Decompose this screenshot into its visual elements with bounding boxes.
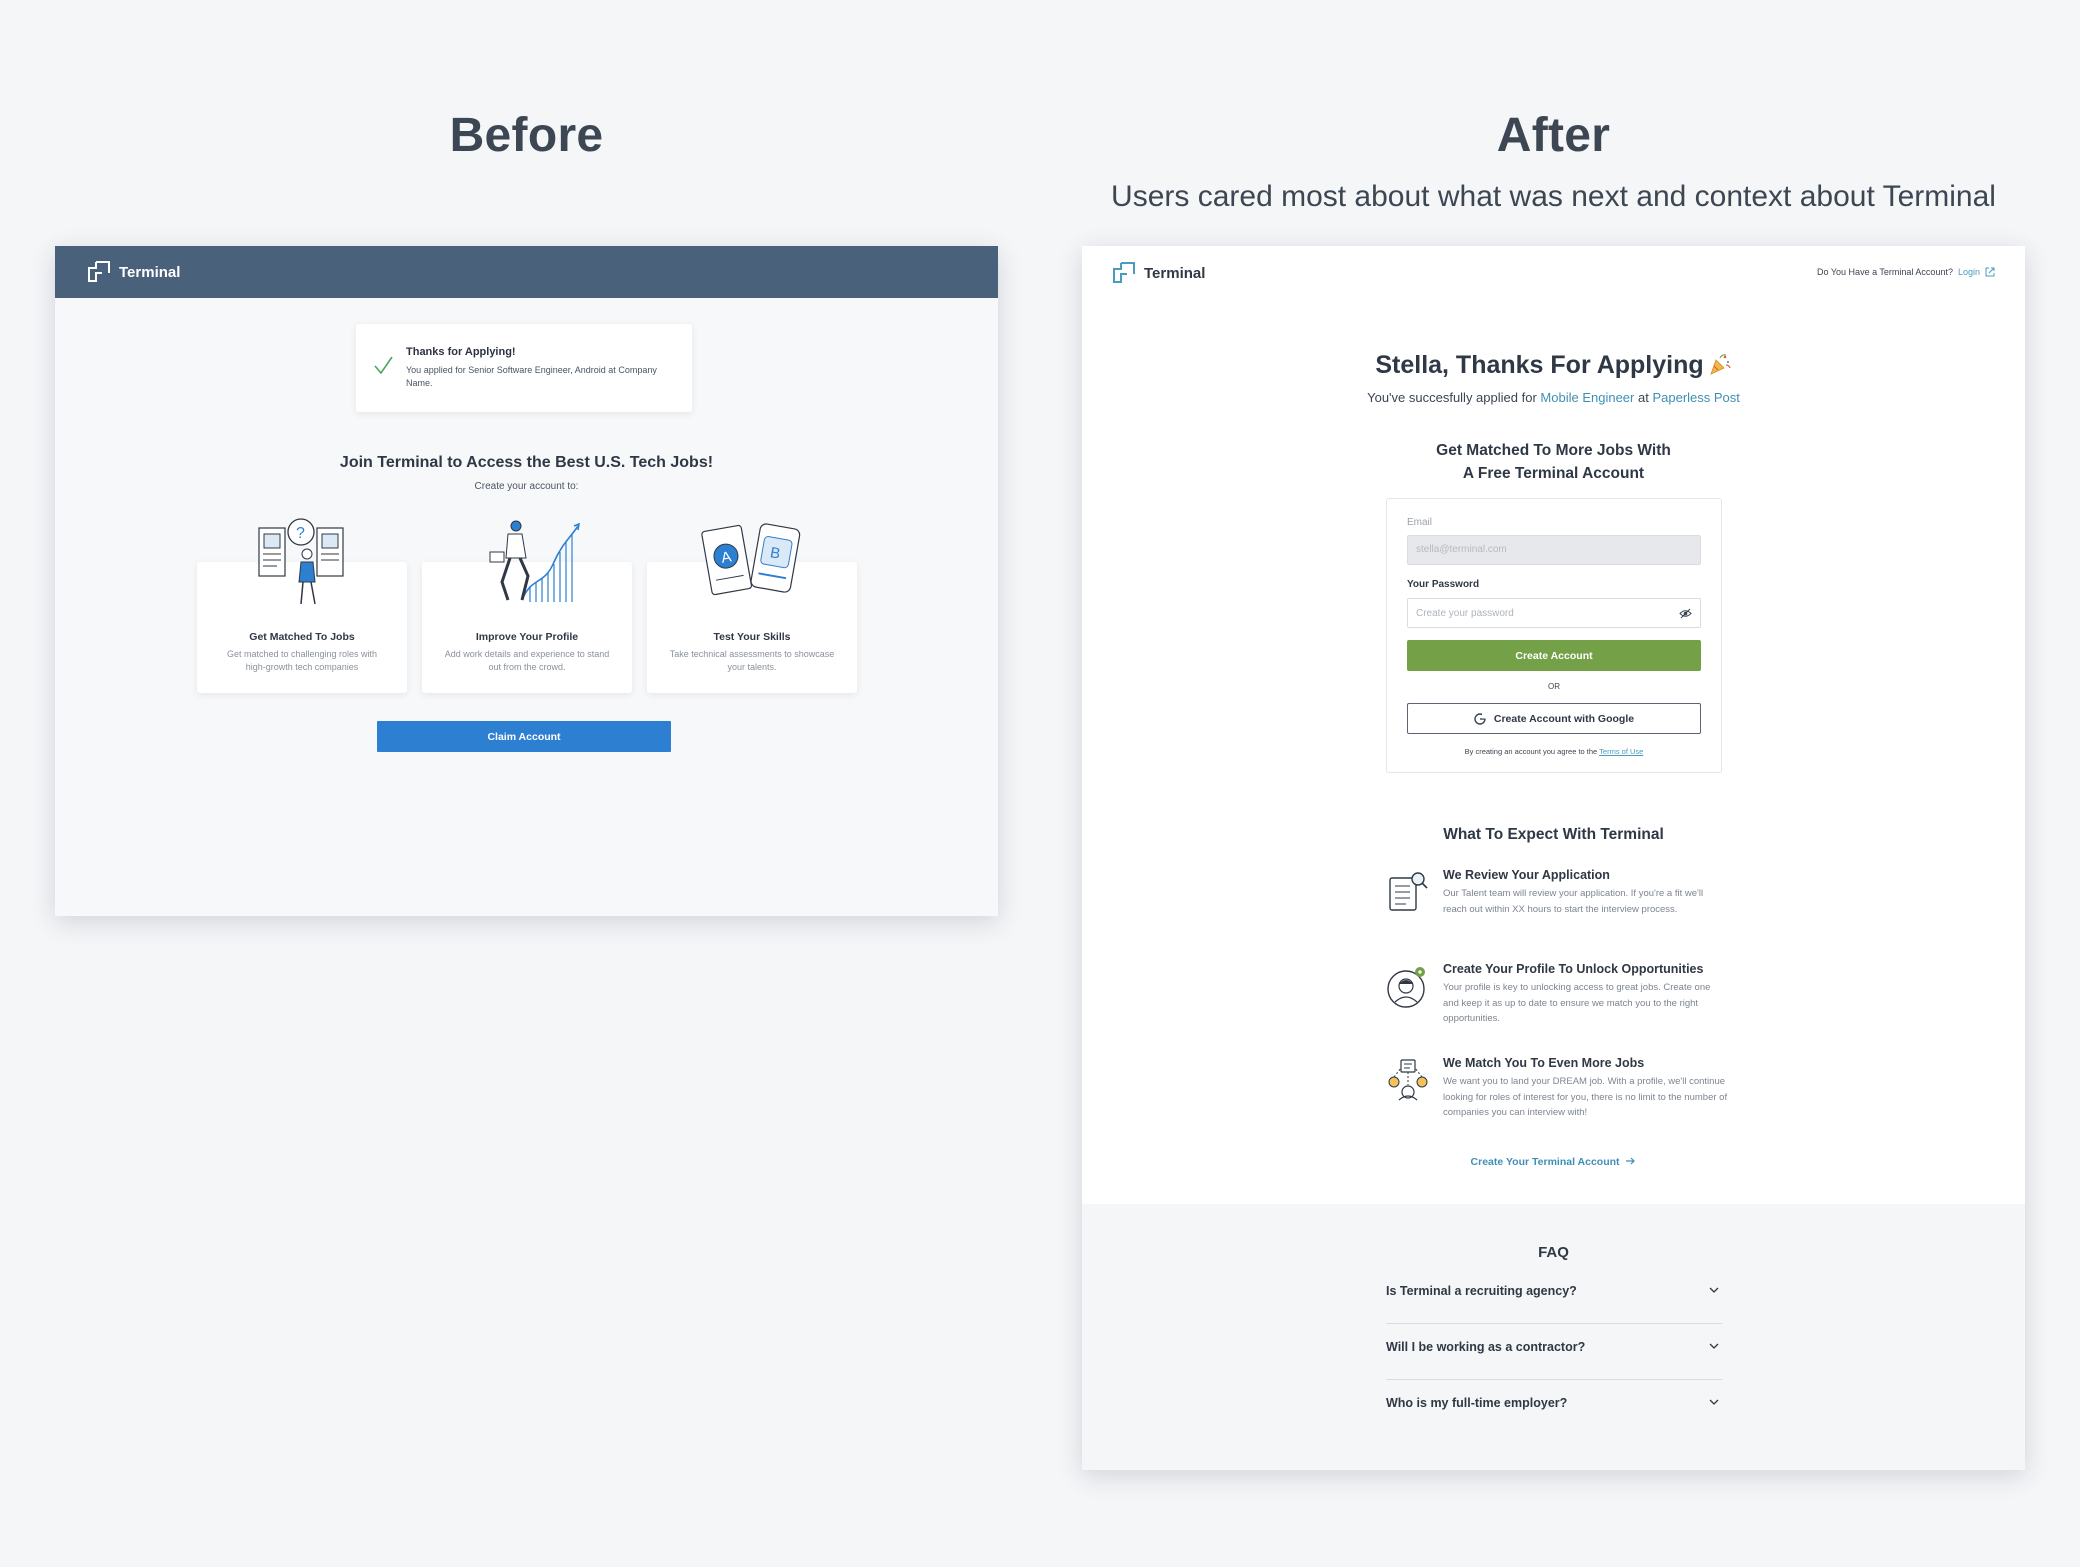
after-heading: After: [1496, 109, 1611, 162]
what-to-expect-heading: What To Expect With Terminal: [1443, 826, 1664, 843]
thanks-text: Stella, Thanks For Applying: [1375, 351, 1704, 379]
arrow-right-icon: [1626, 1157, 1636, 1165]
create-link-label: Create Your Terminal Account: [1470, 1156, 1620, 1168]
chevron-down-icon: [1709, 1399, 1719, 1405]
application-confirmation-toast: Thanks for Applying! You applied for Sen…: [356, 324, 692, 412]
create-account-google-button[interactable]: Create Account with Google: [1407, 703, 1701, 734]
faq-question: Will I be working as a contractor?: [1386, 1340, 1586, 1354]
applied-confirmation: You've succesfully applied for Mobile En…: [1082, 390, 2025, 405]
faq-item[interactable]: Who is my full-time employer?: [1386, 1380, 1722, 1436]
before-heading: Before: [449, 109, 604, 162]
job-matching-illustration-icon: ?: [258, 518, 344, 605]
step-title: Create Your Profile To Unlock Opportunit…: [1443, 962, 1704, 976]
step-title: We Review Your Application: [1443, 868, 1610, 882]
after-subheading: Users cared most about what was next and…: [1111, 180, 1996, 213]
svg-text:?: ?: [296, 525, 305, 542]
get-matched-line-1: Get Matched To More Jobs With: [1436, 442, 1671, 459]
email-label: Email: [1407, 517, 1433, 528]
password-field-wrapper: [1407, 598, 1701, 628]
claim-account-button[interactable]: Claim Account: [377, 721, 671, 752]
card-title: Improve Your Profile: [475, 631, 579, 643]
card-description: Get matched to challenging roles with hi…: [226, 649, 378, 672]
step-title: We Match You To Even More Jobs: [1443, 1056, 1645, 1070]
step-description: Our Talent team will review your applica…: [1443, 888, 1704, 915]
existing-account-prompt: Do You Have a Terminal Account? Login: [1817, 267, 1995, 277]
growth-chart-illustration-icon: [489, 520, 580, 602]
password-input[interactable]: [1408, 599, 1658, 627]
faq-question: Is Terminal a recruiting agency?: [1386, 1284, 1577, 1298]
join-heading: Join Terminal to Access the Best U.S. Te…: [339, 454, 714, 471]
login-link[interactable]: Login: [1958, 267, 1980, 277]
applied-at: at: [1637, 390, 1649, 405]
checkmark-icon: [374, 356, 393, 375]
step-description: We want you to land your DREAM job. With…: [1443, 1076, 1728, 1118]
email-field[interactable]: stella@terminal.com: [1407, 535, 1701, 565]
terminal-logo-icon: [1113, 262, 1135, 283]
card-title: Test Your Skills: [713, 631, 791, 643]
google-button-label: Create Account with Google: [1493, 712, 1635, 725]
password-label: Your Password: [1407, 579, 1480, 590]
faq-item[interactable]: Is Terminal a recruiting agency?: [1386, 1268, 1722, 1324]
terms-notice: By creating an account you agree to the …: [1387, 747, 1721, 756]
before-screen: Terminal Thanks for Applying! You applie…: [55, 246, 998, 916]
get-matched-heading: Get Matched To More Jobs With A Free Ter…: [1082, 439, 2025, 485]
thanks-heading: Stella, Thanks For Applying: [1082, 351, 2025, 380]
card-description: Take technical assessments to showcase y…: [669, 649, 835, 672]
applied-prefix: You've succesfully applied for: [1367, 390, 1537, 405]
get-matched-line-2: A Free Terminal Account: [1462, 465, 1645, 482]
profile-avatar-icon: [1387, 967, 1425, 1008]
match-people-icon: [1388, 1059, 1428, 1101]
top-navigation-bar: Terminal Do You Have a Terminal Account?…: [1082, 246, 2025, 302]
brand-name[interactable]: Terminal: [119, 264, 180, 281]
card-title: Get Matched To Jobs: [249, 631, 355, 643]
terminal-logo[interactable]: Terminal: [1112, 261, 1205, 285]
toast-title: Thanks for Applying!: [406, 346, 516, 358]
party-popper-icon: [1709, 354, 1731, 375]
google-icon: [1474, 712, 1486, 725]
after-screen: Terminal Do You Have a Terminal Account?…: [1082, 246, 2025, 1470]
create-account-subtitle: Create your account to:: [474, 481, 579, 492]
chevron-down-icon: [1709, 1287, 1719, 1293]
hide-password-eye-icon[interactable]: [1679, 608, 1692, 619]
company-link[interactable]: Paperless Post: [1652, 390, 1739, 405]
terms-of-use-link[interactable]: Terms of Use: [1599, 747, 1643, 756]
create-account-form: Email stella@terminal.com Your Password …: [1386, 498, 1722, 773]
create-terminal-account-link[interactable]: Create Your Terminal Account: [1082, 1156, 2025, 1168]
faq-question: Who is my full-time employer?: [1386, 1396, 1568, 1410]
faq-item[interactable]: Will I be working as a contractor?: [1386, 1324, 1722, 1380]
brand-name: Terminal: [1144, 264, 1206, 282]
job-role-link[interactable]: Mobile Engineer: [1540, 390, 1634, 405]
step-description: Your profile is key to unlocking access …: [1443, 982, 1711, 1024]
document-search-icon: [1389, 872, 1428, 911]
have-account-text: Do You Have a Terminal Account?: [1817, 267, 1953, 277]
create-account-button[interactable]: Create Account: [1407, 640, 1701, 671]
terms-prefix: By creating an account you agree to the: [1464, 747, 1598, 756]
toast-body: You applied for Senior Software Engineer…: [406, 365, 657, 388]
terminal-logo-icon[interactable]: [87, 260, 113, 284]
or-divider: OR: [1548, 682, 1560, 691]
chevron-down-icon: [1709, 1343, 1719, 1349]
assessment-cards-illustration-icon: A B: [701, 523, 801, 596]
faq-title: FAQ: [1538, 1244, 1569, 1261]
external-link-icon[interactable]: [1985, 267, 1995, 277]
top-navigation-bar: Terminal: [55, 246, 998, 298]
card-description: Add work details and experience to stand…: [444, 649, 610, 672]
